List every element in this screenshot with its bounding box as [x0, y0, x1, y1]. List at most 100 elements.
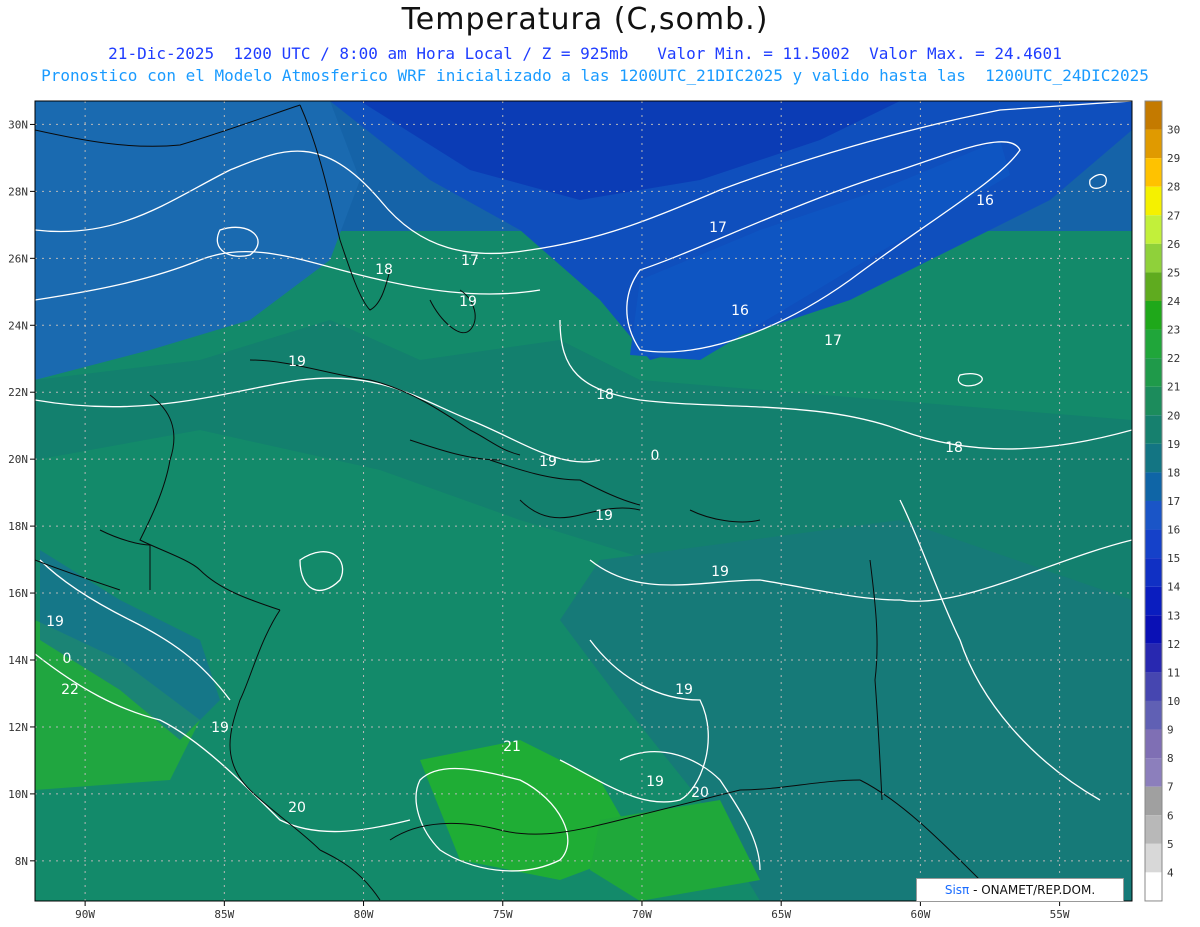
- lon-tick-label: 60W: [910, 908, 930, 921]
- colorbar-label: 9: [1167, 724, 1174, 737]
- credit-box: Sisπ - ONAMET/REP.DOM.: [916, 878, 1124, 902]
- colorbar-swatch: [1145, 843, 1162, 873]
- colorbar-label: 11: [1167, 666, 1180, 679]
- lon-tick-label: 75W: [493, 908, 513, 921]
- colorbar-label: 15: [1167, 552, 1180, 565]
- colorbar-swatch: [1145, 872, 1162, 901]
- colorbar-swatch: [1145, 500, 1162, 530]
- lat-tick-label: 30N: [8, 118, 28, 131]
- lon-tick-label: 70W: [632, 908, 652, 921]
- contour-label: 19: [595, 508, 613, 524]
- colorbar-swatch: [1145, 815, 1162, 844]
- temperature-field: [35, 101, 1132, 901]
- contour-label: 20: [691, 785, 709, 801]
- contour-label: 19: [646, 774, 664, 790]
- colorbar-swatch: [1145, 443, 1162, 473]
- colorbar-swatch: [1145, 215, 1162, 244]
- colorbar-label: 12: [1167, 638, 1180, 651]
- colorbar-label: 16: [1167, 524, 1180, 537]
- longitude-axis: 90W 85W 80W 75W 70W 65W 60W 55W: [75, 901, 1070, 921]
- contour-label: 19: [459, 294, 477, 310]
- colorbar-swatch: [1145, 472, 1162, 501]
- colorbar-label: 25: [1167, 266, 1180, 279]
- contour-label: 19: [211, 720, 229, 736]
- contour-label: 0: [651, 448, 660, 464]
- lon-tick-label: 85W: [214, 908, 234, 921]
- lon-tick-label: 80W: [354, 908, 374, 921]
- contour-label: 19: [46, 614, 64, 630]
- contour-label: 21: [503, 739, 521, 755]
- colorbar-label: 26: [1167, 238, 1180, 251]
- lat-tick-label: 8N: [15, 855, 28, 868]
- colorbar-swatch: [1145, 386, 1162, 416]
- contour-label: 16: [731, 303, 749, 319]
- colorbar-label: 6: [1167, 809, 1174, 822]
- colorbar-swatch: [1145, 558, 1162, 587]
- contour-label: 17: [824, 333, 842, 349]
- contour-label: 17: [461, 253, 479, 269]
- colorbar-label: 21: [1167, 381, 1180, 394]
- colorbar-label: 5: [1167, 838, 1174, 851]
- colorbar-swatch: [1145, 643, 1162, 673]
- lat-tick-label: 20N: [8, 453, 28, 466]
- lat-tick-label: 18N: [8, 520, 28, 533]
- colorbar-label: 4: [1167, 866, 1174, 879]
- credit-brand: Sisπ: [944, 883, 970, 897]
- contour-label: 16: [976, 193, 994, 209]
- colorbar: 30 29 28 27 26 25 24 23 22 21 20 19 18 17 16 15 14 13 12 11…: [1144, 100, 1181, 902]
- lat-tick-label: 14N: [8, 654, 28, 667]
- colorbar-label: 13: [1167, 609, 1180, 622]
- contour-label: 19: [288, 354, 306, 370]
- colorbar-label: 19: [1167, 438, 1180, 451]
- colorbar-swatch: [1145, 415, 1162, 444]
- lat-tick-label: 24N: [8, 319, 28, 332]
- colorbar-label: 28: [1167, 181, 1180, 194]
- colorbar-label: 8: [1167, 752, 1174, 765]
- colorbar-label: 24: [1167, 295, 1181, 308]
- colorbar-label: 27: [1167, 209, 1180, 222]
- colorbar-swatch: [1145, 586, 1162, 616]
- colorbar-label: 23: [1167, 324, 1180, 337]
- colorbar-swatch: [1145, 672, 1162, 701]
- lon-tick-label: 65W: [771, 908, 791, 921]
- colorbar-label: 17: [1167, 495, 1180, 508]
- lat-tick-label: 12N: [8, 721, 28, 734]
- contour-label: 20: [288, 800, 306, 816]
- colorbar-swatch: [1145, 272, 1162, 301]
- lat-tick-label: 10N: [8, 788, 28, 801]
- contour-label: 0: [63, 651, 72, 667]
- colorbar-label: 10: [1167, 695, 1180, 708]
- colorbar-swatch: [1145, 243, 1162, 273]
- contour-label: 22: [61, 682, 79, 698]
- colorbar-label: 14: [1167, 581, 1181, 594]
- colorbar-label: 7: [1167, 781, 1174, 794]
- lat-tick-label: 28N: [8, 185, 28, 198]
- colorbar-swatch: [1145, 329, 1162, 359]
- colorbar-swatch: [1145, 529, 1162, 559]
- colorbar-label: 30: [1167, 124, 1180, 137]
- colorbar-swatch: [1145, 758, 1162, 787]
- colorbar-label: 18: [1167, 466, 1180, 479]
- contour-label: 18: [375, 262, 393, 278]
- contour-label: 18: [945, 440, 963, 456]
- colorbar-swatch: [1145, 786, 1162, 816]
- colorbar-label: 22: [1167, 352, 1180, 365]
- contour-label: 17: [709, 220, 727, 236]
- colorbar-swatch: [1145, 300, 1162, 330]
- colorbar-swatch: [1145, 729, 1162, 759]
- colorbar-swatch: [1145, 186, 1162, 216]
- contour-label: 18: [596, 387, 614, 403]
- latitude-axis: 30N 28N 26N 24N 22N 20N 18N 16N 14N 12N 10N 8N: [8, 118, 35, 868]
- colorbar-swatch: [1145, 129, 1162, 159]
- colorbar-swatch: [1145, 700, 1162, 730]
- contour-label: 19: [675, 682, 693, 698]
- colorbar-swatch: [1145, 101, 1162, 130]
- colorbar-swatch: [1145, 358, 1162, 387]
- credit-text: - ONAMET/REP.DOM.: [969, 883, 1096, 897]
- colorbar-label: 29: [1167, 152, 1180, 165]
- lon-tick-label: 90W: [75, 908, 95, 921]
- temperature-map: 16 16 17 17 17 18 18 18 19 19 19 19 19 19 19 19 19 20 20 0 0…: [8, 100, 1181, 921]
- colorbar-swatch: [1145, 158, 1162, 187]
- lon-tick-label: 55W: [1050, 908, 1070, 921]
- lat-tick-label: 22N: [8, 386, 28, 399]
